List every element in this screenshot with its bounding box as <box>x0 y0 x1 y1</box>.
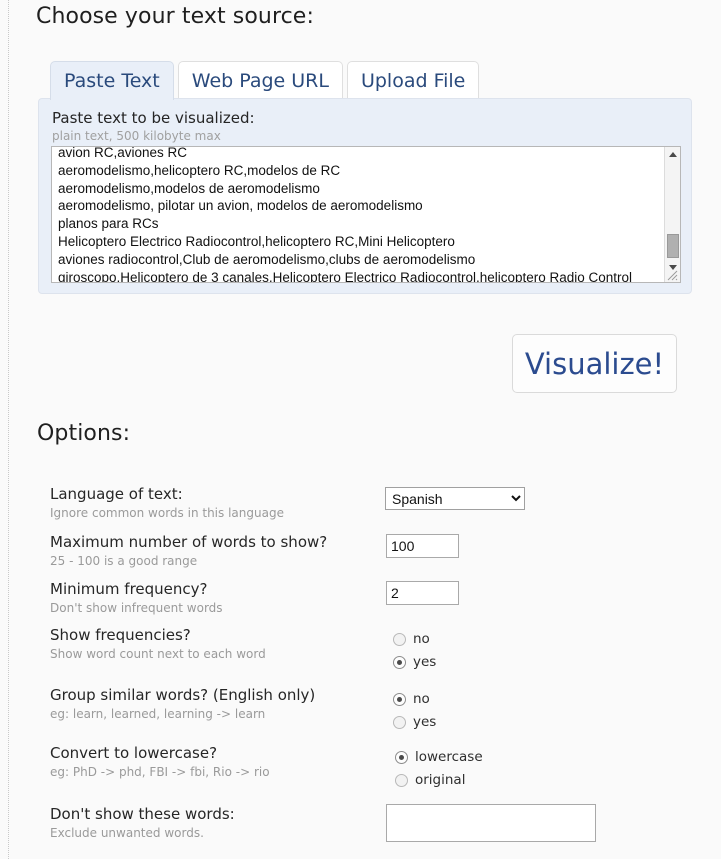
show-frequencies-radio-no[interactable]: no <box>393 631 430 647</box>
radio-circle-checked-icon <box>395 750 408 764</box>
tab-web-page-url[interactable]: Web Page URL <box>177 61 343 100</box>
option-label-exclude-words: Don't show these words: <box>50 805 235 823</box>
resize-grip-icon[interactable] <box>665 267 679 281</box>
option-label-min-frequency: Minimum frequency? <box>50 580 208 598</box>
tab-web-page-url-label: Web Page URL <box>191 70 329 92</box>
option-label-show-frequencies: Show frequencies? <box>50 626 191 644</box>
show-frequencies-radio-yes[interactable]: yes <box>393 654 436 670</box>
group-similar-radio-no-label: no <box>413 691 430 707</box>
show-frequencies-radio-yes-label: yes <box>413 654 437 670</box>
lowercase-radio-original[interactable]: original <box>395 772 465 788</box>
language-select[interactable]: Spanish <box>385 487 525 510</box>
paste-text-textarea[interactable]: avion RC,aviones RC aeromodelismo,helico… <box>51 146 681 283</box>
show-frequencies-radio-no-label: no <box>413 631 430 647</box>
radio-circle-icon <box>395 773 408 787</box>
text-source-form: Choose your text source: Paste Text Web … <box>0 0 721 859</box>
lowercase-radio-lowercase-label: lowercase <box>415 749 483 765</box>
group-similar-radio-no[interactable]: no <box>393 691 430 707</box>
tab-upload-file-label: Upload File <box>360 70 466 92</box>
scroll-up-arrow-icon[interactable] <box>665 147 680 162</box>
option-label-max-words: Maximum number of words to show? <box>50 533 328 551</box>
paste-panel-sublabel: plain text, 500 kilobyte max <box>52 129 221 143</box>
radio-circle-icon <box>393 715 406 729</box>
paste-text-panel: Paste text to be visualized: plain text,… <box>38 98 692 294</box>
option-sublabel-group-similar: eg: learn, learned, learning -> learn <box>50 707 266 721</box>
option-label-group-similar: Group similar words? (English only) <box>50 686 316 704</box>
source-tab-list: Paste Text Web Page URL Upload File <box>50 61 483 100</box>
paste-panel-label: Paste text to be visualized: <box>52 109 255 127</box>
radio-circle-icon <box>393 632 406 646</box>
radio-circle-checked-icon <box>393 692 406 706</box>
radio-circle-checked-icon <box>393 655 406 669</box>
lowercase-radio-original-label: original <box>415 772 466 788</box>
visualize-button-label: Visualize! <box>524 346 665 381</box>
tab-paste-text-label: Paste Text <box>64 70 160 92</box>
min-frequency-input[interactable] <box>386 581 459 605</box>
paste-text-textarea-value: avion RC,aviones RC aeromodelismo,helico… <box>58 146 633 283</box>
exclude-words-input[interactable] <box>386 804 596 842</box>
visualize-button[interactable]: Visualize! <box>512 334 677 393</box>
option-sublabel-language: Ignore common words in this language <box>50 506 284 520</box>
max-words-input[interactable] <box>386 534 459 558</box>
option-sublabel-show-frequencies: Show word count next to each word <box>50 647 266 661</box>
option-sublabel-min-frequency: Don't show infrequent words <box>50 601 223 615</box>
textarea-scrollbar[interactable] <box>664 147 680 282</box>
page-title-choose-source: Choose your text source: <box>36 4 314 29</box>
option-sublabel-max-words: 25 - 100 is a good range <box>50 554 198 568</box>
group-similar-radio-yes-label: yes <box>413 714 437 730</box>
tab-upload-file[interactable]: Upload File <box>346 61 480 100</box>
option-sublabel-lowercase: eg: PhD -> phd, FBI -> fbi, Rio -> rio <box>50 765 270 779</box>
option-label-lowercase: Convert to lowercase? <box>50 744 218 762</box>
option-sublabel-exclude-words: Exclude unwanted words. <box>50 826 204 840</box>
lowercase-radio-lowercase[interactable]: lowercase <box>395 749 483 765</box>
page-title-options: Options: <box>37 421 131 446</box>
group-similar-radio-yes[interactable]: yes <box>393 714 436 730</box>
tab-paste-text[interactable]: Paste Text <box>50 61 174 100</box>
scrollbar-thumb[interactable] <box>667 234 679 258</box>
option-label-language: Language of text: <box>50 485 183 503</box>
